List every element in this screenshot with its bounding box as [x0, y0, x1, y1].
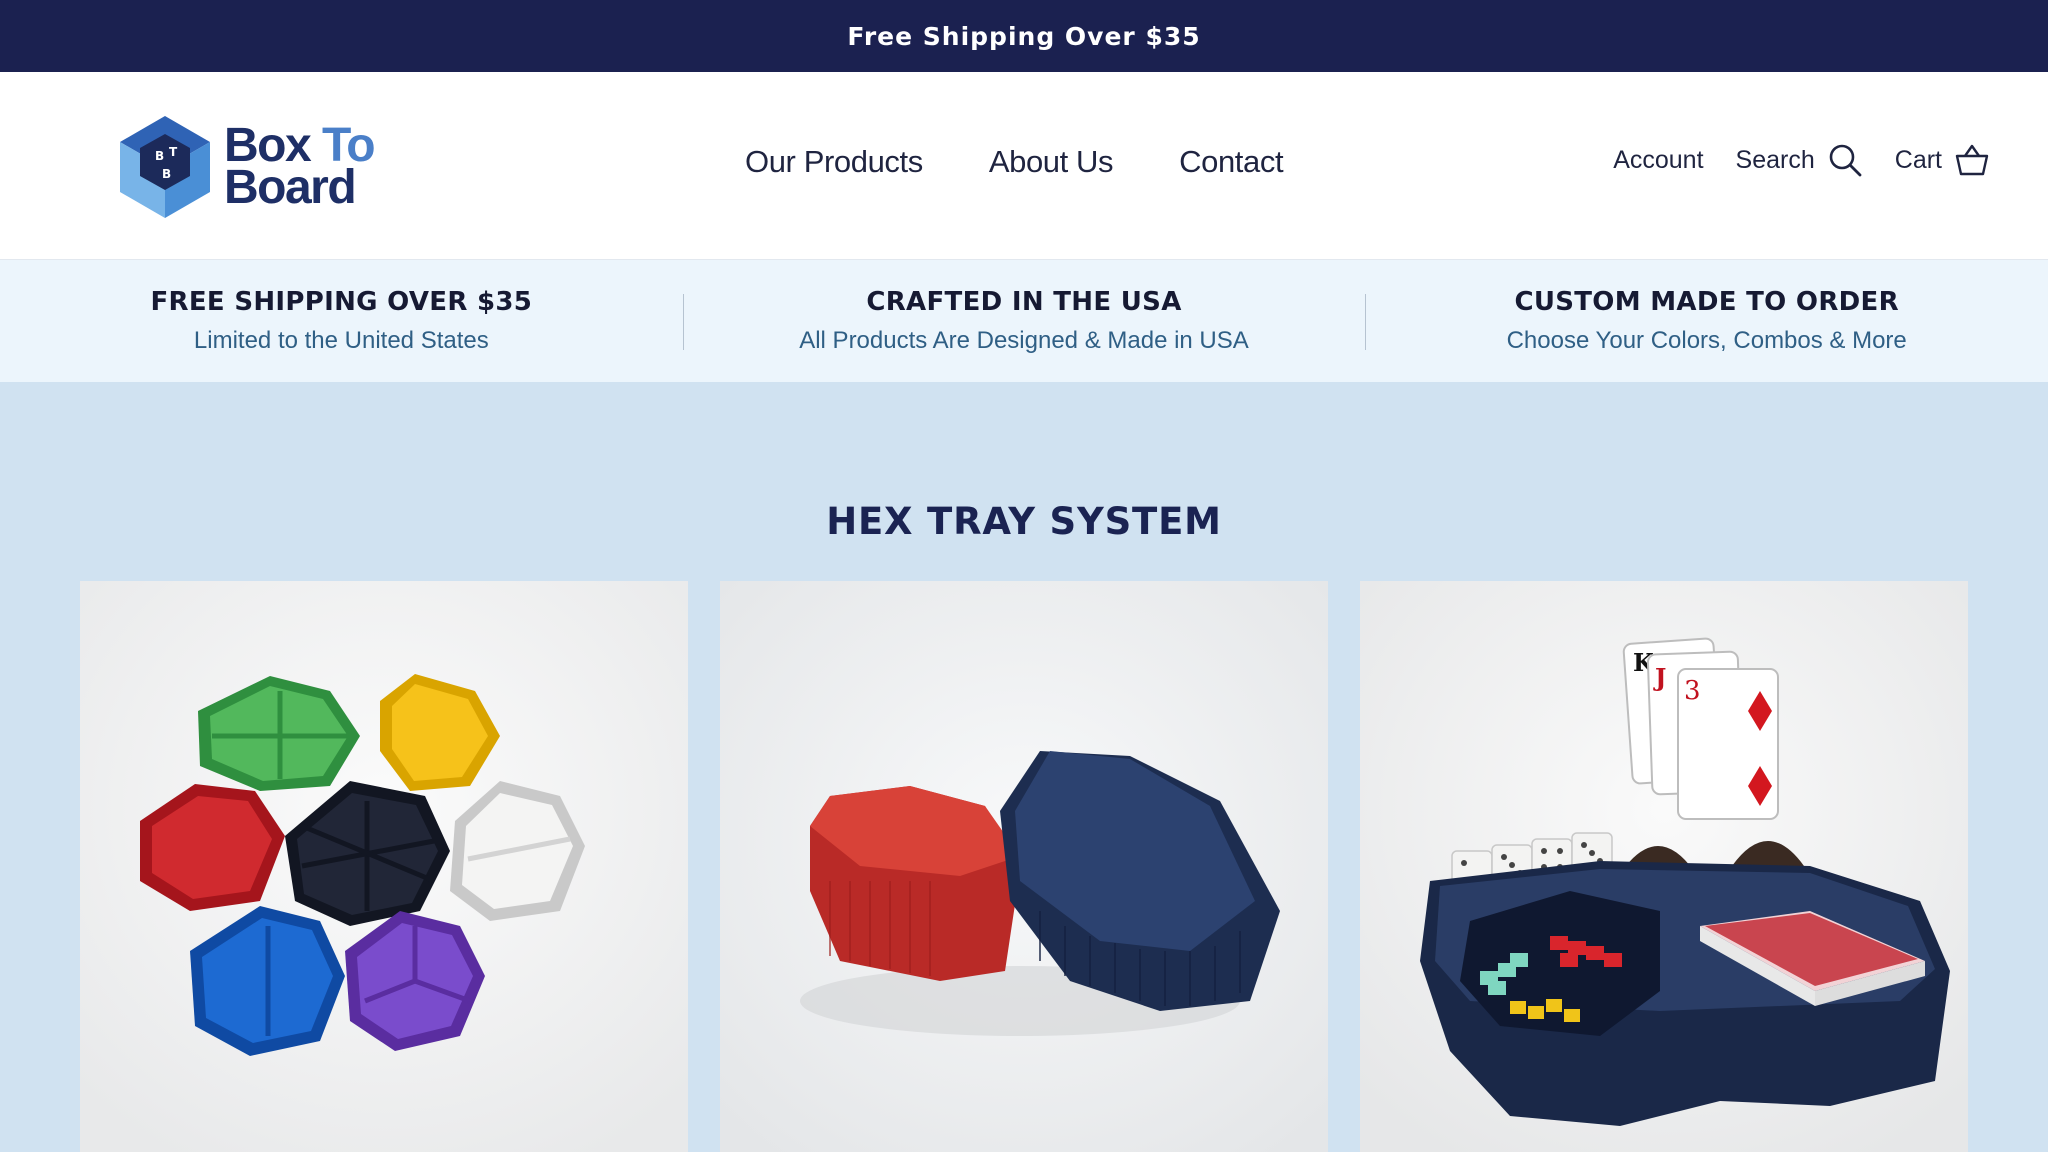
site-header: B T B Box To Board Our Products About Us…: [0, 72, 2048, 260]
search-label: Search: [1735, 145, 1815, 174]
main-nav: Our Products About Us Contact: [745, 144, 1284, 180]
nav-about-us[interactable]: About Us: [989, 144, 1114, 180]
hex-trays-image: [80, 581, 688, 1152]
logo-cube-icon: B T B: [120, 116, 210, 218]
basket-icon: [1955, 144, 1989, 176]
feature-free-shipping: FREE SHIPPING OVER $35 Limited to the Un…: [0, 260, 683, 382]
svg-text:B: B: [155, 149, 164, 163]
announcement-bar: Free Shipping Over $35: [0, 0, 2048, 72]
feature-custom-made: CUSTOM MADE TO ORDER Choose Your Colors,…: [1365, 260, 2048, 382]
svg-text:3: 3: [1684, 676, 1701, 706]
product-card-card-game-set[interactable]: K J 3: [1360, 581, 1968, 1152]
feature-subtitle: All Products Are Designed & Made in USA: [799, 327, 1249, 354]
account-label: Account: [1613, 145, 1704, 174]
feature-crafted-usa: CRAFTED IN THE USA All Products Are Desi…: [682, 260, 1366, 382]
svg-text:B: B: [162, 167, 171, 181]
cart-button[interactable]: Cart: [1895, 142, 1990, 178]
card-game-tray-image: K J 3: [1360, 581, 1968, 1152]
feature-title: CRAFTED IN THE USA: [866, 287, 1182, 317]
cart-label: Cart: [1894, 145, 1942, 174]
features-strip: FREE SHIPPING OVER $35 Limited to the Un…: [0, 260, 2048, 382]
account-link[interactable]: Account: [1613, 146, 1703, 175]
header-utility: Account Search Cart: [1613, 142, 1990, 178]
nav-contact[interactable]: Contact: [1179, 144, 1283, 180]
nav-our-products[interactable]: Our Products: [745, 144, 923, 180]
announcement-text: Free Shipping Over $35: [847, 21, 1201, 51]
svg-text:T: T: [169, 145, 178, 159]
feature-title: FREE SHIPPING OVER $35: [150, 287, 533, 317]
feature-subtitle: Choose Your Colors, Combos & More: [1506, 327, 1907, 354]
logo-wordmark: Box To Board: [224, 122, 376, 214]
red-navy-trays-image: [720, 581, 1328, 1152]
logo-word-board: Board: [224, 161, 357, 214]
logo[interactable]: B T B Box To Board: [118, 114, 376, 220]
feature-subtitle: Limited to the United States: [193, 327, 489, 354]
feature-title: CUSTOM MADE TO ORDER: [1514, 287, 1899, 317]
search-icon: [1829, 144, 1862, 177]
section-title: HEX TRAY SYSTEM: [826, 500, 1222, 543]
search-button[interactable]: Search: [1736, 142, 1863, 178]
product-card-color-trays[interactable]: [80, 581, 688, 1152]
product-card-red-navy-trays[interactable]: [720, 581, 1328, 1152]
svg-text:J: J: [1653, 663, 1666, 692]
